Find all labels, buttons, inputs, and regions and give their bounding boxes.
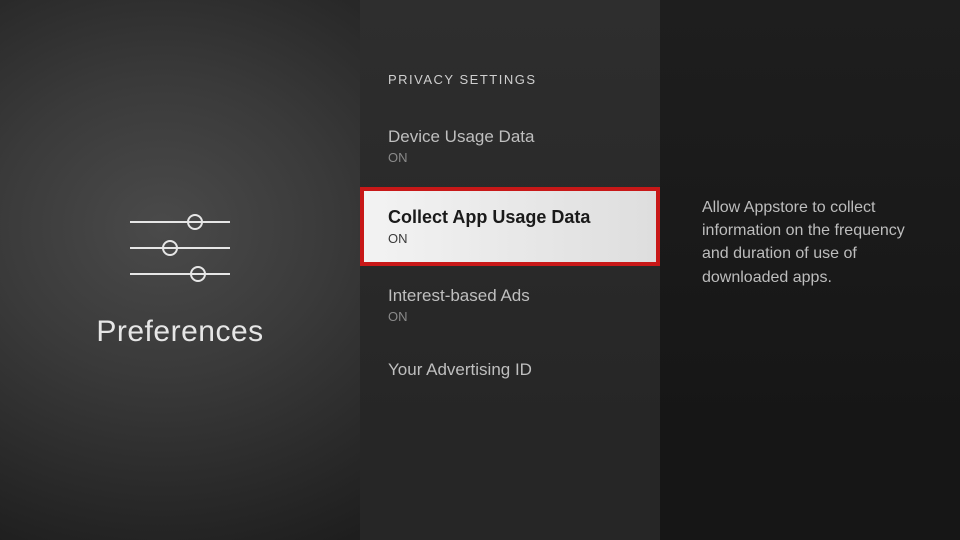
item-label: Your Advertising ID [388, 360, 632, 380]
left-panel: Preferences [0, 0, 360, 540]
item-device-usage-data[interactable]: Device Usage Data ON [360, 117, 660, 177]
spacer [360, 262, 660, 276]
item-label: Interest-based Ads [388, 286, 632, 306]
item-label: Device Usage Data [388, 127, 632, 147]
item-state: ON [388, 150, 632, 165]
detail-panel: Allow Appstore to collect information on… [660, 0, 960, 540]
slider-line-3 [130, 273, 230, 275]
sliders-icon [130, 221, 230, 275]
item-description: Allow Appstore to collect information on… [702, 196, 918, 289]
section-header: PRIVACY SETTINGS [360, 72, 660, 117]
slider-line-2 [130, 247, 230, 249]
item-state: ON [388, 309, 632, 324]
item-state: ON [388, 231, 632, 246]
slider-line-1 [130, 221, 230, 223]
page-title: Preferences [96, 315, 263, 349]
item-interest-based-ads[interactable]: Interest-based Ads ON [360, 276, 660, 336]
item-collect-app-usage-data[interactable]: Collect App Usage Data ON [360, 187, 660, 266]
item-label: Collect App Usage Data [388, 207, 632, 228]
item-your-advertising-id[interactable]: Your Advertising ID [360, 350, 660, 392]
settings-list: PRIVACY SETTINGS Device Usage Data ON Co… [360, 0, 660, 540]
spacer [360, 336, 660, 350]
